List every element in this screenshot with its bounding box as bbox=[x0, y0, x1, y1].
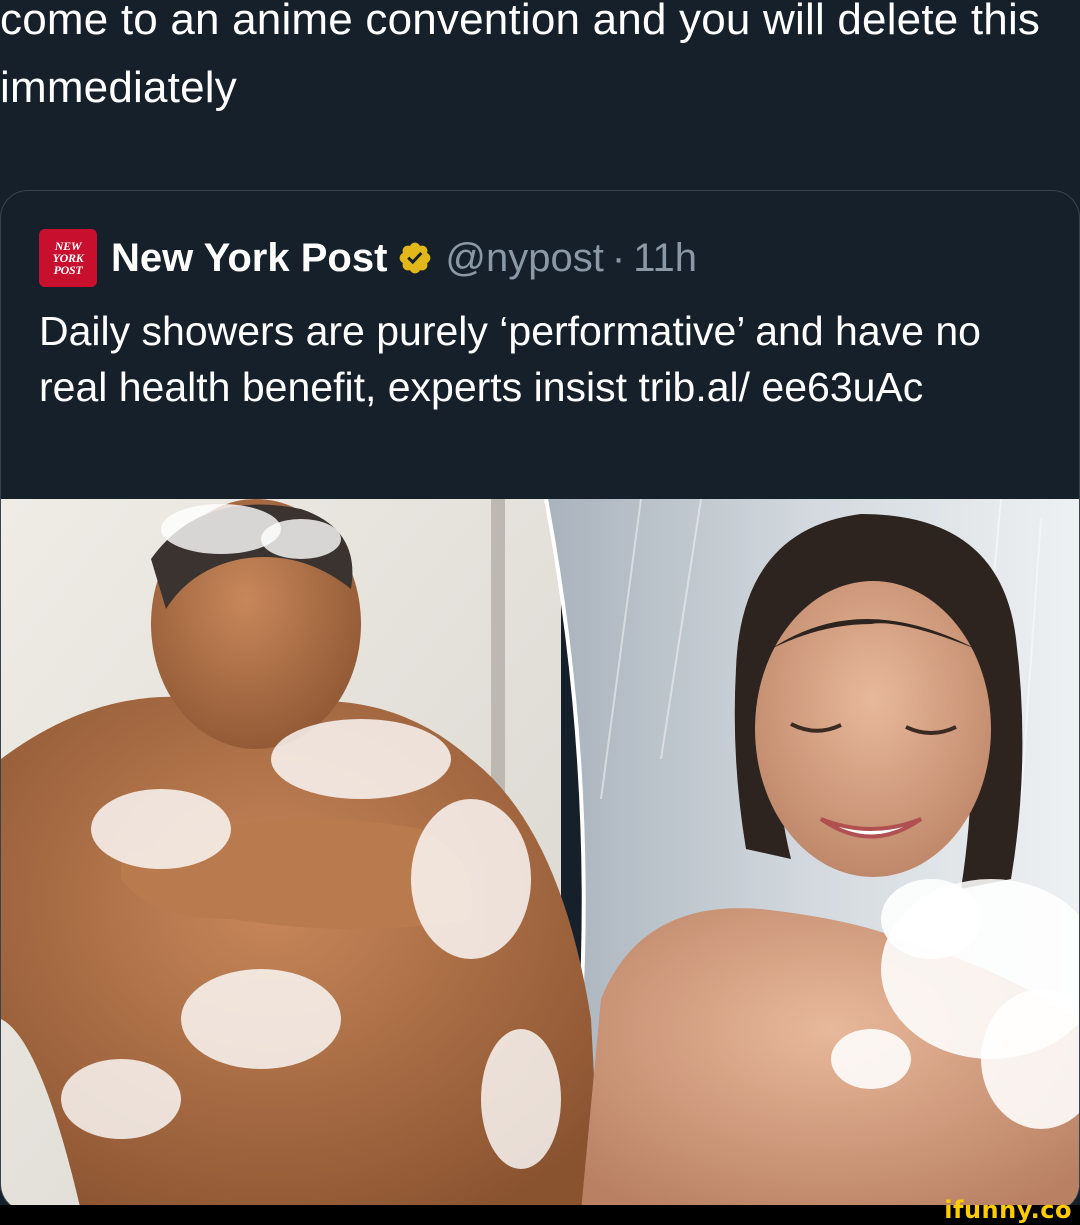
dot-separator: · bbox=[611, 235, 626, 280]
logo-line-3: POST bbox=[53, 263, 83, 277]
watermark-bar bbox=[0, 1205, 1080, 1225]
quoted-tweet-header: NEW YORK POST New York Post @nypost · 11… bbox=[39, 227, 697, 289]
tweet-media-image[interactable] bbox=[1, 499, 1079, 1211]
author-handle[interactable]: @nypost bbox=[445, 236, 603, 281]
tweet-text: come to an anime convention and you will… bbox=[0, 0, 1041, 112]
quoted-tweet-card[interactable]: NEW YORK POST New York Post @nypost · 11… bbox=[0, 190, 1080, 1212]
quoted-tweet-body: Daily showers are purely ‘performative’ … bbox=[39, 308, 981, 410]
shower-photo-icon bbox=[1, 499, 1079, 1211]
author-name[interactable]: New York Post bbox=[111, 236, 387, 281]
post-time[interactable]: 11h bbox=[633, 236, 697, 281]
screenshot-page: come to an anime convention and you will… bbox=[0, 0, 1080, 1225]
nypost-avatar[interactable]: NEW YORK POST bbox=[39, 229, 97, 287]
verified-badge-icon bbox=[400, 242, 431, 274]
ifunny-watermark: ifunny.co bbox=[944, 1196, 1072, 1224]
